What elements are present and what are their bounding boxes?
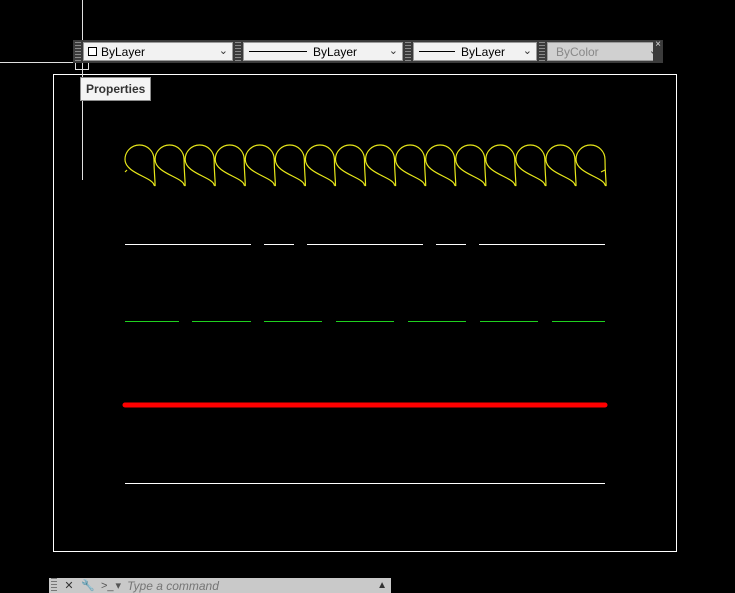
lineweight-value: ByLayer <box>461 44 506 59</box>
toolbar-separator <box>539 42 545 61</box>
plotstyle-dropdown: ByColor ⌄ <box>547 42 663 61</box>
linetype-dropdown[interactable]: ByLayer ⌄ <box>243 42 403 61</box>
toolbar-separator <box>235 42 241 61</box>
linetype-value: ByLayer <box>313 44 358 59</box>
toolbar-grip[interactable] <box>75 42 81 61</box>
plotstyle-value: ByColor <box>556 44 599 59</box>
lineweight-sample-icon <box>419 51 455 52</box>
command-prompt-button[interactable]: >_ ▾ <box>101 579 122 593</box>
chevron-down-icon: ⌄ <box>522 45 532 57</box>
close-icon[interactable]: ✕ <box>63 579 75 592</box>
cursor-crosshair-horizontal <box>0 62 82 63</box>
chevron-down-icon: ⌄ <box>218 45 228 57</box>
wrench-icon[interactable]: 🔧 <box>81 579 95 592</box>
expand-history-icon[interactable]: ▲ <box>377 580 387 591</box>
insulation-line[interactable] <box>124 144 607 187</box>
close-icon: × <box>655 39 661 50</box>
prompt-icon: >_ <box>101 579 114 592</box>
viewport-frame <box>53 74 677 552</box>
linetype-sample-icon <box>249 51 307 52</box>
command-input[interactable] <box>127 578 348 593</box>
command-line-grip[interactable] <box>51 578 57 593</box>
toolbar-tooltip: Properties <box>80 77 152 101</box>
command-line: ✕ 🔧 >_ ▾ ▲ <box>49 578 391 593</box>
color-swatch-icon <box>88 47 97 56</box>
lineweight-dropdown[interactable]: ByLayer ⌄ <box>413 42 537 61</box>
color-dropdown[interactable]: ByLayer ⌄ <box>83 42 233 61</box>
color-value: ByLayer <box>101 44 146 59</box>
chevron-down-icon: ⌄ <box>388 45 398 57</box>
toolbar-separator <box>405 42 411 61</box>
properties-toolbar: ByLayer ⌄ ByLayer ⌄ ByLayer ⌄ ByColor ⌄ … <box>73 40 663 63</box>
toolbar-close-button[interactable]: × <box>653 40 663 63</box>
history-chevron-icon: ▾ <box>115 580 122 592</box>
